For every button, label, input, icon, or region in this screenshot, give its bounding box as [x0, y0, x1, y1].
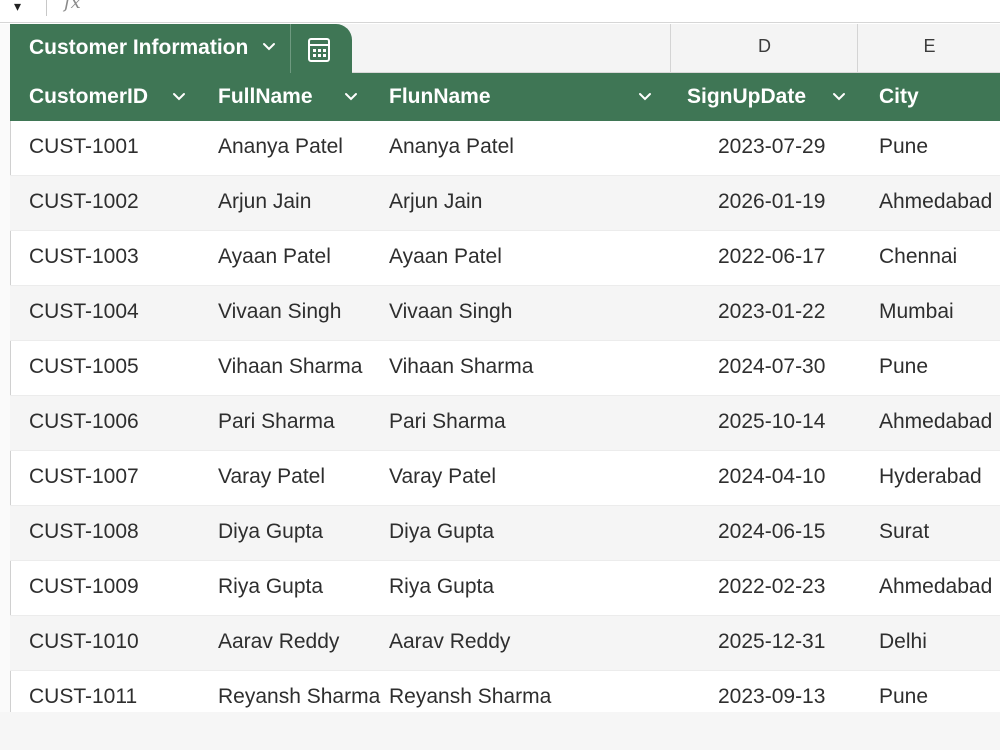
header-fullname[interactable]: FullName: [218, 73, 313, 121]
cell-flunname[interactable]: Aarav Reddy: [389, 616, 510, 668]
name-box-dropdown-icon[interactable]: ▾: [14, 0, 21, 15]
cell-signupdate[interactable]: 2022-06-17: [718, 231, 825, 283]
cell-signupdate[interactable]: 2024-07-30: [718, 341, 825, 393]
cell-fullname[interactable]: Varay Patel: [218, 451, 325, 503]
cell-flunname[interactable]: Riya Gupta: [389, 561, 494, 613]
cell-customerid[interactable]: CUST-1006: [29, 396, 139, 448]
column-header-e[interactable]: E: [857, 24, 1000, 72]
cell-fullname[interactable]: Ayaan Patel: [218, 231, 331, 283]
cell-signupdate[interactable]: 2023-07-29: [718, 121, 825, 173]
cell-customerid[interactable]: CUST-1001: [29, 121, 139, 173]
cell-signupdate[interactable]: 2023-01-22: [718, 286, 825, 338]
calculator-icon[interactable]: [306, 37, 332, 63]
cell-customerid[interactable]: CUST-1007: [29, 451, 139, 503]
cell-city[interactable]: Ahmedabad: [879, 176, 992, 228]
cell-flunname[interactable]: Arjun Jain: [389, 176, 482, 228]
cell-city[interactable]: Ahmedabad: [879, 561, 992, 613]
cell-customerid[interactable]: CUST-1010: [29, 616, 139, 668]
cell-fullname[interactable]: Vihaan Sharma: [218, 341, 362, 393]
cell-flunname[interactable]: Vihaan Sharma: [389, 341, 533, 393]
cell-fullname[interactable]: Riya Gupta: [218, 561, 323, 613]
cell-fullname[interactable]: Aarav Reddy: [218, 616, 339, 668]
column-header-d[interactable]: D: [670, 24, 858, 72]
filter-chevron-icon[interactable]: [636, 88, 654, 106]
table-row: CUST-1005 Vihaan Sharma Vihaan Sharma 20…: [10, 341, 1000, 396]
filter-chevron-icon[interactable]: [342, 88, 360, 106]
cell-city[interactable]: Pune: [879, 121, 928, 173]
header-customerid[interactable]: CustomerID: [29, 73, 148, 121]
cell-flunname[interactable]: Diya Gupta: [389, 506, 494, 558]
cell-signupdate[interactable]: 2026-01-19: [718, 176, 825, 228]
table-name-tab[interactable]: Customer Information: [10, 24, 352, 74]
cell-signupdate[interactable]: 2024-06-15: [718, 506, 825, 558]
cell-city[interactable]: Delhi: [879, 616, 927, 668]
header-flunname[interactable]: FlunName: [389, 73, 491, 121]
table-row: CUST-1001 Ananya Patel Ananya Patel 2023…: [10, 121, 1000, 176]
table-row: CUST-1004 Vivaan Singh Vivaan Singh 2023…: [10, 286, 1000, 341]
cell-signupdate[interactable]: 2022-02-23: [718, 561, 825, 613]
table-row: CUST-1002 Arjun Jain Arjun Jain 2026-01-…: [10, 176, 1000, 231]
cell-customerid[interactable]: CUST-1003: [29, 231, 139, 283]
cell-signupdate[interactable]: 2024-04-10: [718, 451, 825, 503]
sheet-bottom-area: [0, 712, 1000, 750]
table-row: CUST-1007 Varay Patel Varay Patel 2024-0…: [10, 451, 1000, 506]
cell-city[interactable]: Hyderabad: [879, 451, 982, 503]
cell-flunname[interactable]: Pari Sharma: [389, 396, 506, 448]
header-city[interactable]: City: [879, 73, 919, 121]
chevron-down-icon[interactable]: [260, 38, 278, 56]
header-signupdate[interactable]: SignUpDate: [687, 73, 806, 121]
cell-flunname[interactable]: Ayaan Patel: [389, 231, 502, 283]
table-row: CUST-1010 Aarav Reddy Aarav Reddy 2025-1…: [10, 616, 1000, 671]
cell-customerid[interactable]: CUST-1002: [29, 176, 139, 228]
cell-city[interactable]: Ahmedabad: [879, 396, 992, 448]
cell-flunname[interactable]: Vivaan Singh: [389, 286, 512, 338]
table-row: CUST-1008 Diya Gupta Diya Gupta 2024-06-…: [10, 506, 1000, 561]
cell-city[interactable]: Mumbai: [879, 286, 954, 338]
table-body: CUST-1001 Ananya Patel Ananya Patel 2023…: [10, 121, 1000, 726]
cell-customerid[interactable]: CUST-1009: [29, 561, 139, 613]
table-row: CUST-1009 Riya Gupta Riya Gupta 2022-02-…: [10, 561, 1000, 616]
cell-fullname[interactable]: Ananya Patel: [218, 121, 343, 173]
cell-fullname[interactable]: Vivaan Singh: [218, 286, 341, 338]
cell-signupdate[interactable]: 2025-12-31: [718, 616, 825, 668]
filter-chevron-icon[interactable]: [170, 88, 188, 106]
fx-icon[interactable]: fx: [64, 0, 81, 13]
cell-city[interactable]: Surat: [879, 506, 929, 558]
cell-fullname[interactable]: Pari Sharma: [218, 396, 335, 448]
formula-bar-divider: [46, 0, 47, 16]
filter-chevron-icon[interactable]: [830, 88, 848, 106]
table-row: CUST-1006 Pari Sharma Pari Sharma 2025-1…: [10, 396, 1000, 451]
cell-customerid[interactable]: CUST-1005: [29, 341, 139, 393]
table-header-row: CustomerID FullName FlunName SignUpDate …: [10, 73, 1000, 121]
cell-flunname[interactable]: Ananya Patel: [389, 121, 514, 173]
table-row: CUST-1003 Ayaan Patel Ayaan Patel 2022-0…: [10, 231, 1000, 286]
table-title: Customer Information: [29, 36, 249, 59]
tab-divider: [290, 24, 291, 74]
cell-city[interactable]: Pune: [879, 341, 928, 393]
formula-bar: ▾ fx: [0, 0, 1000, 23]
cell-fullname[interactable]: Diya Gupta: [218, 506, 323, 558]
cell-customerid[interactable]: CUST-1004: [29, 286, 139, 338]
cell-signupdate[interactable]: 2025-10-14: [718, 396, 825, 448]
cell-city[interactable]: Chennai: [879, 231, 957, 283]
cell-customerid[interactable]: CUST-1008: [29, 506, 139, 558]
cell-fullname[interactable]: Arjun Jain: [218, 176, 311, 228]
cell-flunname[interactable]: Varay Patel: [389, 451, 496, 503]
